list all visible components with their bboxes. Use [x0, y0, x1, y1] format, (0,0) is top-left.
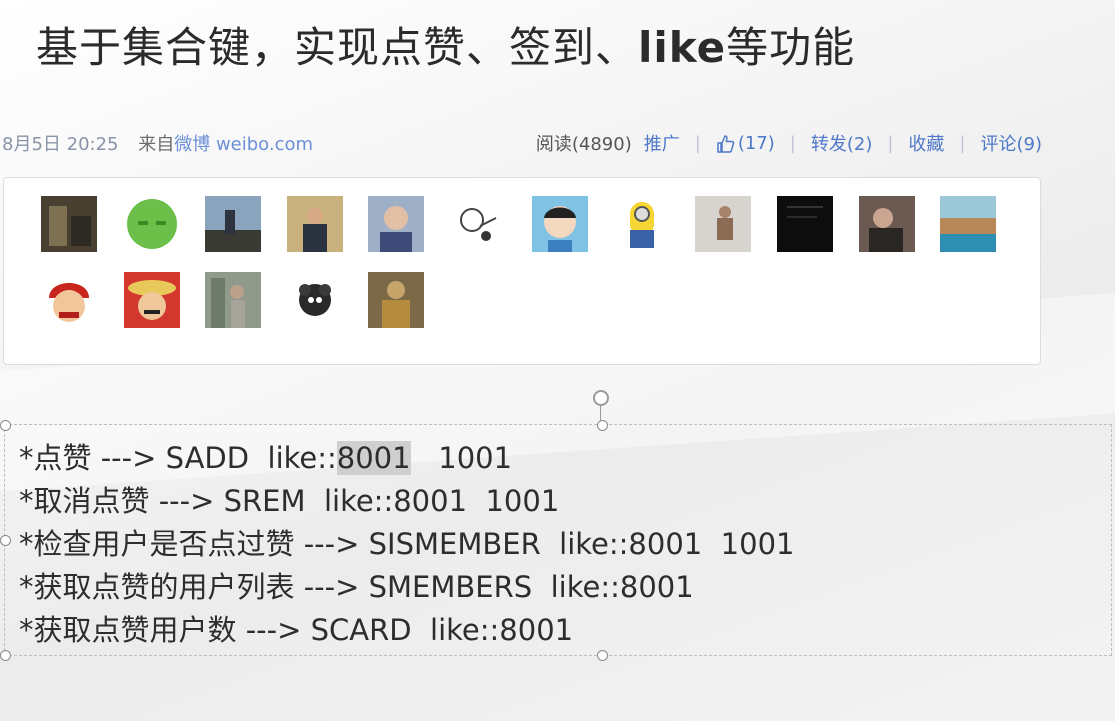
post-date: 8月5日 20:25	[2, 134, 119, 155]
user-avatar[interactable]	[859, 196, 915, 252]
user-avatar[interactable]	[368, 272, 424, 328]
user-avatar[interactable]	[287, 196, 343, 252]
comments-link[interactable]: 评论(9)	[981, 130, 1043, 156]
command-line-smembers: *获取点赞的用户列表 ---> SMEMBERS like::8001	[19, 564, 694, 606]
promote-link[interactable]: 推广	[644, 130, 680, 156]
resize-handle-left[interactable]	[0, 535, 11, 546]
user-avatar[interactable]	[41, 272, 97, 328]
source-link[interactable]: 微博 weibo.com	[174, 134, 313, 155]
user-avatar[interactable]	[940, 196, 996, 252]
divider: |	[789, 132, 796, 154]
resize-handle-top[interactable]	[597, 420, 608, 431]
user-avatar[interactable]	[614, 196, 670, 252]
slide-title-end: 等功能	[726, 23, 856, 72]
source-prefix: 来自	[138, 134, 175, 155]
divider: |	[959, 132, 966, 154]
user-avatar[interactable]	[124, 272, 180, 328]
user-avatar[interactable]	[777, 196, 833, 252]
command-text: *点赞 ---> SADD like::	[19, 441, 337, 475]
text-box-selection[interactable]: *点赞 ---> SADD like::8001 1001 *取消点赞 --->…	[0, 420, 1112, 661]
slide-title: 基于集合键，实现点赞、签到、like等功能	[36, 14, 855, 75]
user-avatar[interactable]	[532, 196, 588, 252]
command-text: *获取点赞的用户列表 ---> SMEMBERS like::8001	[19, 570, 694, 604]
command-text: *取消点赞 ---> SREM like::8001 1001	[19, 484, 560, 518]
user-avatar[interactable]	[124, 196, 180, 252]
like-count: (17)	[737, 132, 775, 154]
resize-handle-top-left[interactable]	[0, 420, 11, 431]
user-avatar[interactable]	[450, 196, 506, 252]
slide-title-main: 基于集合键，实现点赞、签到、	[36, 23, 639, 72]
user-avatar[interactable]	[205, 196, 261, 252]
user-avatar[interactable]	[368, 196, 424, 252]
user-avatar[interactable]	[41, 196, 97, 252]
weibo-meta-row: 8月5日 20:25 来自微博 weibo.com 阅读(4890) 推广 | …	[0, 115, 1060, 165]
weibo-meta-left: 8月5日 20:25 来自微博 weibo.com	[2, 130, 313, 156]
resize-handle-bottom-left[interactable]	[0, 650, 11, 661]
thumbs-up-icon	[717, 134, 735, 153]
command-text: *获取点赞用户数 ---> SCARD like::8001	[19, 613, 574, 647]
liked-users-avatar-grid	[3, 177, 1041, 365]
repost-link[interactable]: 转发(2)	[811, 130, 873, 156]
rotate-handle[interactable]	[593, 390, 609, 406]
resize-handle-bottom[interactable]	[597, 650, 608, 661]
divider: |	[694, 132, 701, 154]
read-count: 阅读(4890)	[535, 134, 632, 155]
favorite-link[interactable]: 收藏	[908, 130, 944, 156]
command-line-srem: *取消点赞 ---> SREM like::8001 1001	[19, 478, 559, 520]
slide-title-like: like	[638, 23, 727, 72]
command-text: *检查用户是否点过赞 ---> SISMEMBER like::8001 100…	[19, 527, 795, 561]
command-line-scard: *获取点赞用户数 ---> SCARD like::8001	[19, 607, 573, 649]
divider: |	[887, 132, 894, 154]
user-avatar[interactable]	[695, 196, 751, 252]
command-line-sadd: *点赞 ---> SADD like::8001 1001	[19, 435, 512, 477]
user-avatar[interactable]	[205, 272, 261, 328]
command-text-suffix: 1001	[410, 441, 513, 475]
like-button[interactable]: (17)	[716, 133, 775, 154]
command-line-sismember: *检查用户是否点过赞 ---> SISMEMBER like::8001 100…	[19, 521, 794, 563]
weibo-actions: 阅读(4890) 推广 | (17) | 转发(2) | 收藏 | 评论(9)	[536, 130, 1042, 156]
weibo-post-screenshot: 8月5日 20:25 来自微博 weibo.com 阅读(4890) 推广 | …	[0, 115, 1060, 370]
text-selection-highlight: 8001	[336, 441, 411, 475]
user-avatar[interactable]	[287, 272, 343, 328]
